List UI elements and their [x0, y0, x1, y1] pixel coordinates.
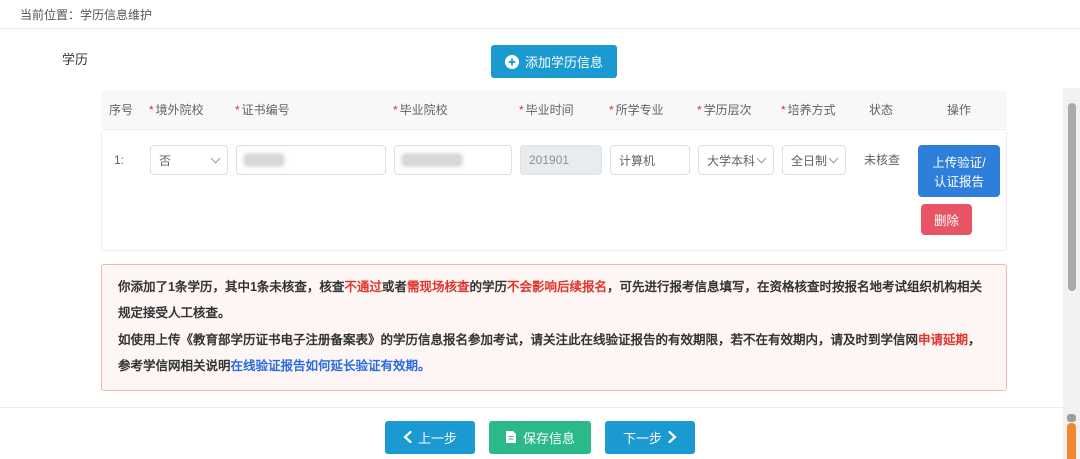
prev-step-button[interactable]: 上一步 [384, 420, 475, 454]
orange-scroll-indicator[interactable] [1067, 423, 1076, 459]
upload-report-button[interactable]: 上传验证/认证报告 [918, 145, 1000, 197]
overseas-school-select-value: 否 [159, 153, 172, 168]
header-cell-education-level: * 学历层次 [697, 103, 752, 117]
education-section-label: 学历 [62, 52, 89, 67]
redacted-certificate-number [245, 155, 283, 165]
save-button-label: 保存信息 [522, 430, 575, 446]
graduation-time-field: 201901 [520, 145, 602, 175]
graduation-school-field[interactable] [394, 145, 512, 175]
major-value: 计算机 [619, 153, 656, 168]
add-education-button[interactable]: 添加学历信息 [490, 45, 617, 78]
header-cell-status: 状态 [868, 103, 893, 117]
next-step-button[interactable]: 下一步 [605, 420, 696, 454]
notice-paragraph: 如使用上传《教育部学历证书电子注册备案表》的学历信息报名参加考试，请关注此在线验… [118, 333, 981, 373]
education-table-row: 1: 否 201901 计算机 大学本科 全日制 未核查 上传验证/认证报告 删… [101, 129, 1007, 251]
chevron-right-icon [668, 431, 677, 443]
education-notice-box: 你添加了1条学历，其中1条未核查，核查不通过或者需现场核查的学历不会影响后续报名… [101, 264, 1007, 391]
header-cell-index: 序号 [109, 103, 134, 117]
chevron-left-icon [403, 431, 412, 443]
major-field[interactable]: 计算机 [610, 145, 690, 175]
graduation-time-value: 201901 [529, 153, 570, 167]
header-cell-operation: 操作 [946, 103, 971, 117]
education-level-select[interactable]: 大学本科 [698, 145, 774, 175]
education-level-select-value: 大学本科 [707, 153, 756, 168]
next-step-button-label: 下一步 [623, 430, 663, 446]
notice-paragraph: 你添加了1条学历，其中1条未核查，核查不通过或者需现场核查的学历不会影响后续报名… [118, 280, 982, 320]
breadcrumb: 当前位置：学历信息维护 [0, 0, 1080, 29]
education-section: 学历 添加学历信息 序号 * 境外院校 * 证书编号 * 毕业院校 * 毕业时间… [0, 29, 1080, 391]
header-cell-certificate-no: * 证书编号 [235, 103, 290, 117]
overseas-school-select[interactable]: 否 [150, 145, 228, 175]
breadcrumb-label: 当前位置：学历信息维护 [20, 7, 153, 22]
chevron-down-icon [210, 153, 221, 163]
step-actions: 上一步 保存信息 下一步 [0, 408, 1080, 459]
study-mode-select-value: 全日制 [791, 153, 828, 168]
header-cell-study-mode: * 培养方式 [781, 103, 836, 117]
header-cell-graduation-time: * 毕业时间 [519, 103, 574, 117]
delete-button[interactable]: 删除 [920, 204, 972, 235]
education-maintenance-page: 当前位置：学历信息维护 学历 添加学历信息 序号 * 境外院校 * 证书编号 *… [0, 0, 1080, 459]
certificate-number-field[interactable] [236, 145, 386, 175]
chevron-down-icon [828, 153, 839, 163]
prev-step-button-label: 上一步 [417, 430, 457, 446]
plus-circle-icon [504, 54, 519, 69]
scrollbar-cap [1067, 414, 1076, 422]
education-table: 序号 * 境外院校 * 证书编号 * 毕业院校 * 毕业时间 * 所学专业 * 学历层次 *… [101, 91, 1007, 251]
chevron-down-icon [756, 153, 767, 163]
redacted-graduation-school [403, 155, 461, 165]
row-index: 1: [114, 153, 125, 167]
save-document-icon [505, 430, 517, 444]
header-cell-graduation-school: * 毕业院校 [393, 103, 448, 117]
status-text: 未核查 [863, 153, 900, 167]
add-education-button-label: 添加学历信息 [524, 55, 603, 70]
scrollbar-thumb[interactable] [1068, 103, 1076, 291]
study-mode-select[interactable]: 全日制 [782, 145, 846, 175]
education-table-header: 序号 * 境外院校 * 证书编号 * 毕业院校 * 毕业时间 * 所学专业 * 学历层次 *… [101, 91, 1007, 128]
header-cell-major: * 所学专业 [609, 103, 664, 117]
operation-cell: 上传验证/认证报告 删除 [918, 145, 1000, 235]
save-button[interactable]: 保存信息 [488, 420, 591, 454]
header-cell-overseas: * 境外院校 [149, 103, 204, 117]
